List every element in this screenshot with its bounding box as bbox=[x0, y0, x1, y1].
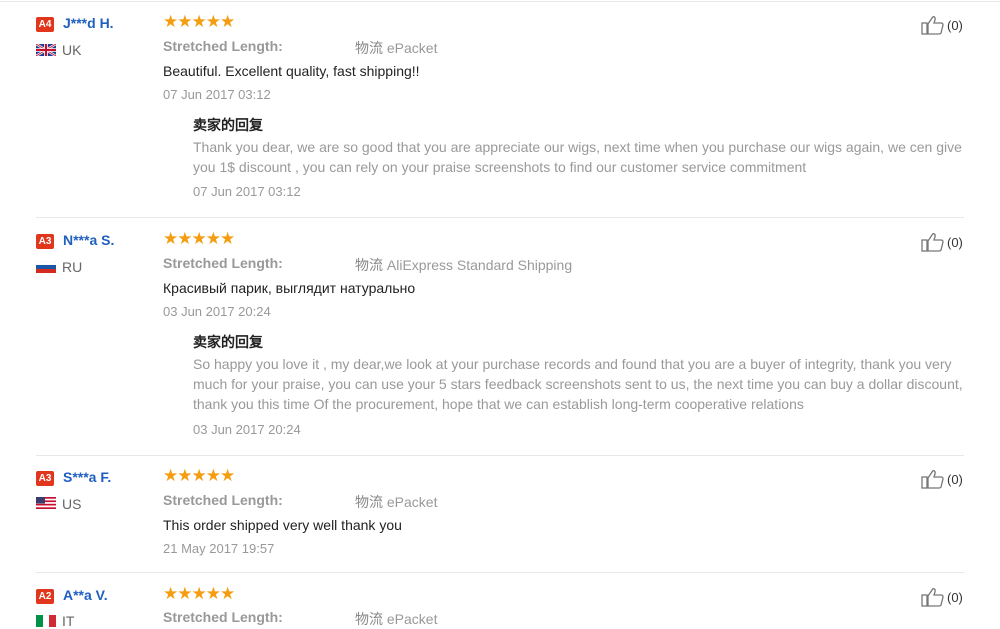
review-comment: Beautiful. Excellent quality, fast shipp… bbox=[163, 63, 420, 79]
review-date: 21 May 2017 19:57 bbox=[163, 541, 275, 556]
buyer-name[interactable]: J***d H. bbox=[63, 15, 114, 31]
rating-stars: ★★★★★ bbox=[163, 229, 235, 248]
buyer-level-badge: A3 bbox=[36, 471, 54, 486]
review-comment: Красивый парик, выглядит натурально bbox=[163, 280, 416, 296]
rating-stars: ★★★★★ bbox=[163, 12, 235, 31]
review-comment: This order shipped very well thank you bbox=[163, 517, 402, 533]
shipping-method-name: ePacket bbox=[386, 611, 438, 627]
helpful-count: (0) bbox=[947, 17, 963, 33]
shipping-method-name: AliExpress Standard Shipping bbox=[386, 257, 573, 273]
seller-reply-date: 07 Jun 2017 03:12 bbox=[193, 184, 301, 199]
helpful-button[interactable]: (0) bbox=[921, 469, 963, 489]
attribute-label: Stretched Length: bbox=[163, 609, 283, 625]
shipping-method: 物流 AliExpress Standard Shipping bbox=[355, 255, 572, 275]
buyer-country: US bbox=[62, 496, 82, 512]
attribute-label: Stretched Length: bbox=[163, 255, 283, 271]
review-date: 07 Jun 2017 03:12 bbox=[163, 87, 271, 102]
reply-line: So happy you love it , my dear,we look a… bbox=[193, 356, 952, 372]
seller-reply-text: Thank you dear, we are so good that you … bbox=[193, 137, 963, 177]
reply-line: much for your praise, you can use your 5… bbox=[193, 376, 963, 392]
attribute-label: Stretched Length: bbox=[163, 38, 283, 54]
uk-flag-icon bbox=[36, 44, 56, 56]
shipping-prefix: 物流 bbox=[355, 611, 383, 627]
helpful-button[interactable]: (0) bbox=[921, 587, 963, 607]
top-divider bbox=[0, 1, 1000, 2]
seller-reply-text: So happy you love it , my dear,we look a… bbox=[193, 354, 963, 414]
us-flag-icon bbox=[36, 497, 56, 509]
thumbs-up-icon bbox=[921, 588, 944, 607]
helpful-count: (0) bbox=[947, 589, 963, 605]
review-date: 03 Jun 2017 20:24 bbox=[163, 304, 271, 319]
shipping-prefix: 物流 bbox=[355, 494, 383, 510]
buyer-name[interactable]: S***a F. bbox=[63, 469, 111, 485]
seller-reply-title: 卖家的回复 bbox=[193, 117, 263, 133]
reply-line: Thank you dear, we are so good that you … bbox=[193, 139, 962, 155]
shipping-prefix: 物流 bbox=[355, 40, 383, 56]
thumbs-up-icon bbox=[921, 16, 944, 35]
shipping-method: 物流 ePacket bbox=[355, 492, 437, 512]
reply-line: you 1$ discount , you can rely on your p… bbox=[193, 159, 807, 175]
thumbs-up-icon bbox=[921, 470, 944, 489]
reply-line: thank you this time Of the procurement, … bbox=[193, 396, 804, 412]
buyer-name[interactable]: A**a V. bbox=[63, 587, 108, 603]
rating-stars: ★★★★★ bbox=[163, 466, 235, 485]
buyer-country: UK bbox=[62, 42, 82, 58]
helpful-count: (0) bbox=[947, 234, 963, 250]
helpful-button[interactable]: (0) bbox=[921, 15, 963, 35]
helpful-button[interactable]: (0) bbox=[921, 232, 963, 252]
buyer-level-badge: A4 bbox=[36, 17, 54, 32]
ru-flag-icon bbox=[36, 261, 56, 273]
buyer-name[interactable]: N***a S. bbox=[63, 232, 114, 248]
thumbs-up-icon bbox=[921, 233, 944, 252]
review-divider bbox=[36, 455, 964, 456]
review-divider bbox=[36, 572, 964, 573]
buyer-country: RU bbox=[62, 259, 83, 275]
buyer-country: IT bbox=[62, 613, 75, 629]
seller-reply-title: 卖家的回复 bbox=[193, 334, 263, 350]
shipping-method: 物流 ePacket bbox=[355, 38, 437, 58]
buyer-level-badge: A3 bbox=[36, 234, 54, 249]
shipping-method-name: ePacket bbox=[386, 494, 438, 510]
shipping-method: 物流 ePacket bbox=[355, 609, 437, 629]
it-flag-icon bbox=[36, 615, 56, 627]
helpful-count: (0) bbox=[947, 471, 963, 487]
shipping-prefix: 物流 bbox=[355, 257, 383, 273]
shipping-method-name: ePacket bbox=[386, 40, 438, 56]
seller-reply-date: 03 Jun 2017 20:24 bbox=[193, 422, 301, 437]
rating-stars: ★★★★★ bbox=[163, 584, 235, 603]
buyer-level-badge: A2 bbox=[36, 589, 54, 604]
attribute-label: Stretched Length: bbox=[163, 492, 283, 508]
review-divider bbox=[36, 217, 964, 218]
